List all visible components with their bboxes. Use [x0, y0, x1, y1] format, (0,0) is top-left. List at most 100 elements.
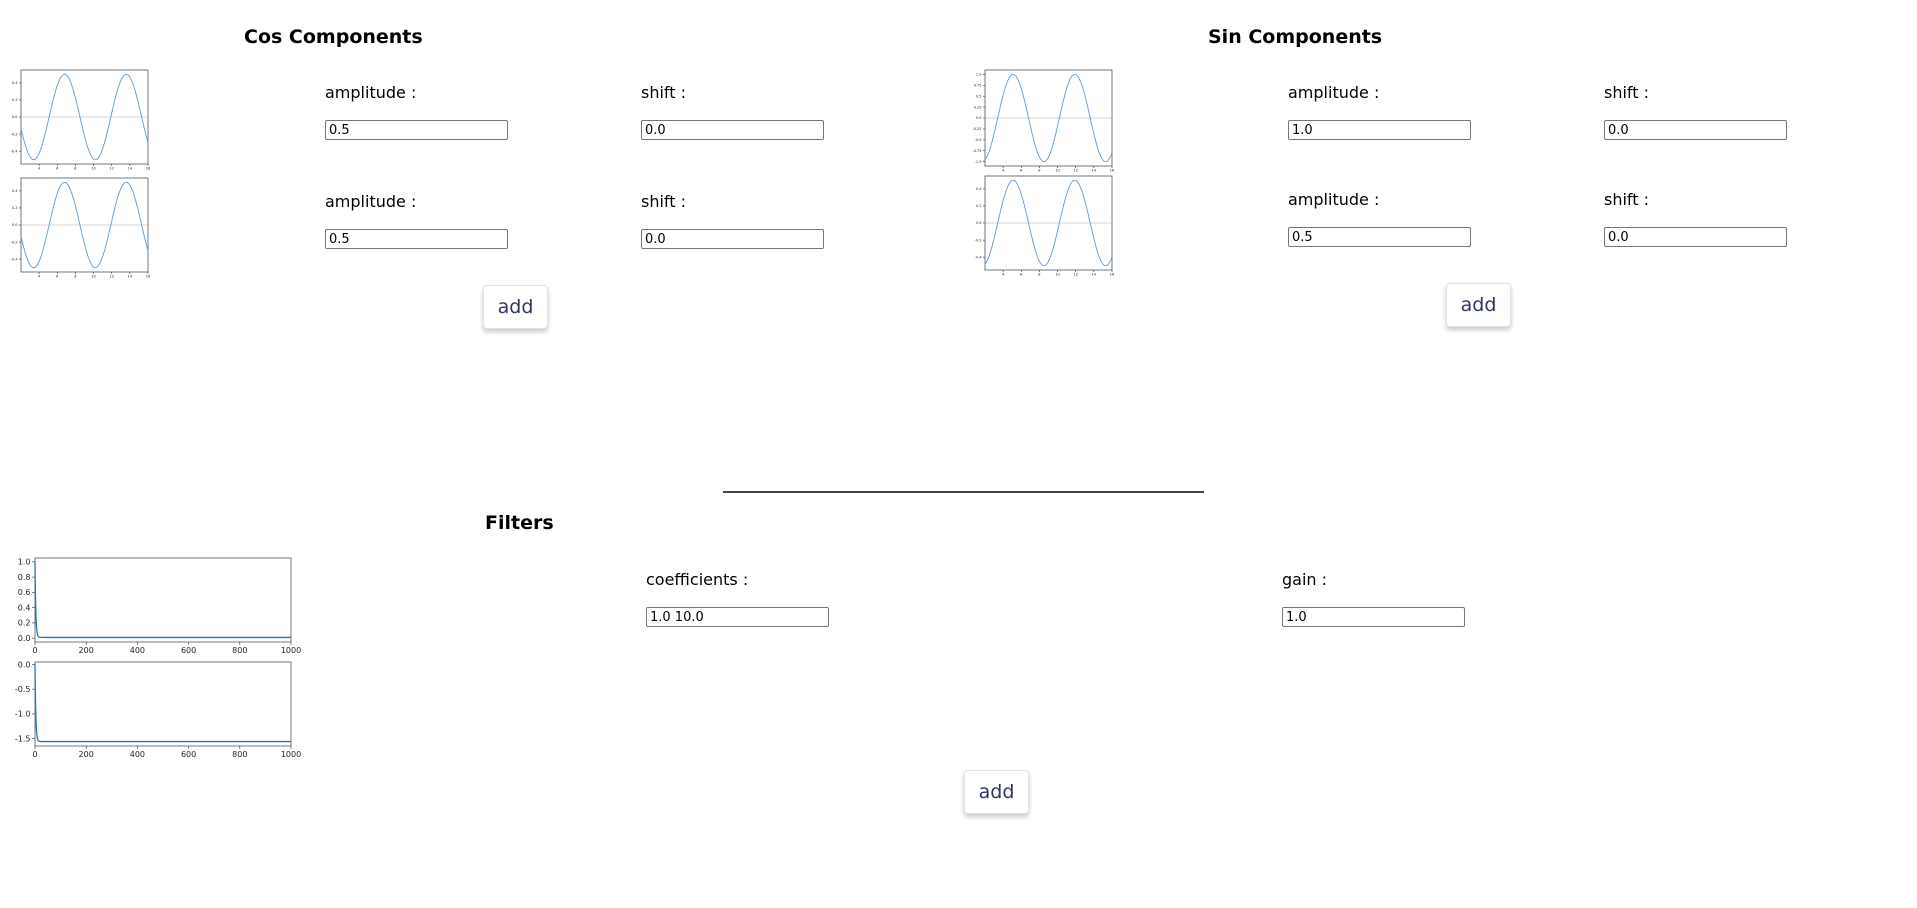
- y-tick-label: -0.2: [11, 240, 18, 244]
- x-tick-label: 4: [38, 167, 41, 171]
- x-tick-label: 400: [130, 750, 145, 759]
- y-tick-label: 0.5: [976, 94, 982, 98]
- x-tick-label: 10: [1055, 273, 1059, 277]
- x-tick-label: 6: [56, 167, 58, 171]
- x-tick-label: 14: [1092, 273, 1097, 277]
- cos-amplitude-label-2: amplitude :: [325, 192, 417, 211]
- cos-shift-input-1[interactable]: [641, 120, 824, 140]
- y-tick-label: 0.2: [12, 98, 18, 102]
- sin-add-button[interactable]: add: [1446, 283, 1511, 327]
- x-tick-label: 16: [146, 275, 150, 279]
- y-tick-label: 0.0: [12, 115, 18, 119]
- x-tick-label: 10: [91, 275, 95, 279]
- y-tick-label: 0.0: [976, 116, 982, 120]
- x-tick-label: 0: [32, 646, 37, 655]
- cos-shift-label-1: shift :: [641, 83, 687, 102]
- filters-title: Filters: [485, 512, 554, 534]
- x-tick-label: 4: [38, 275, 41, 279]
- x-tick-label: 8: [74, 275, 76, 279]
- sin-shift-label-1: shift :: [1604, 83, 1650, 102]
- y-tick-label: -0.75: [972, 149, 981, 153]
- section-divider: [723, 491, 1204, 493]
- x-tick-label: 12: [1073, 169, 1077, 173]
- gain-label: gain :: [1282, 570, 1328, 589]
- y-tick-label: 0.0: [18, 660, 31, 669]
- x-tick-label: 600: [181, 750, 196, 759]
- y-tick-label: 0.6: [18, 588, 31, 597]
- x-tick-label: 14: [128, 167, 133, 171]
- cos-amplitude-input-1[interactable]: [325, 120, 508, 140]
- y-tick-label: 0.4: [18, 603, 31, 612]
- y-tick-label: -0.5: [975, 138, 982, 142]
- cos-components-title: Cos Components: [244, 26, 423, 48]
- y-tick-label: -0.2: [975, 238, 982, 242]
- y-tick-label: -0.4: [11, 149, 19, 153]
- x-tick-label: 14: [128, 275, 133, 279]
- x-tick-label: 16: [1110, 169, 1114, 173]
- plot-frame: [34, 661, 292, 747]
- filter-add-button[interactable]: add: [964, 770, 1029, 814]
- y-tick-label: -1.0: [15, 710, 31, 719]
- x-tick-label: 8: [1038, 273, 1040, 277]
- x-tick-label: 800: [232, 646, 247, 655]
- x-tick-label: 1000: [281, 750, 301, 759]
- y-tick-label: -0.4: [11, 257, 19, 261]
- x-tick-label: 400: [130, 646, 145, 655]
- x-tick-label: 1000: [281, 646, 301, 655]
- x-tick-label: 10: [91, 167, 95, 171]
- cos-plot-1: 4 6 8 10 12 14 16 -0.4 -0.2 0.0 0.2 0.4: [11, 69, 150, 171]
- x-tick-label: 200: [79, 750, 94, 759]
- y-tick-label: -0.5: [15, 685, 31, 694]
- coefficients-input[interactable]: [646, 607, 829, 627]
- sin-plot-1: 4 6 8 10 12 14 16 -1.0 -0.75 -0.5 -0.25 0.0 0.25 0.5 0…: [972, 69, 1114, 173]
- x-tick-label: 16: [146, 167, 150, 171]
- plot-frame: [34, 557, 292, 643]
- y-tick-label: -0.25: [972, 127, 981, 131]
- coefficients-label: coefficients :: [646, 570, 749, 589]
- y-tick-label: 1.0: [18, 558, 31, 567]
- x-tick-label: 14: [1092, 169, 1097, 173]
- sin-amplitude-input-2[interactable]: [1288, 227, 1471, 247]
- y-tick-label: 0.4: [976, 187, 982, 191]
- sin-amplitude-input-1[interactable]: [1288, 120, 1471, 140]
- cos-amplitude-input-2[interactable]: [325, 229, 508, 249]
- y-tick-label: 0.2: [18, 619, 31, 628]
- y-tick-label: 1.0: [976, 73, 982, 77]
- x-tick-label: 16: [1110, 273, 1114, 277]
- sin-shift-input-1[interactable]: [1604, 120, 1787, 140]
- y-tick-label: -1.0: [975, 160, 982, 164]
- cos-amplitude-label-1: amplitude :: [325, 83, 417, 102]
- cos-add-button[interactable]: add: [483, 285, 548, 329]
- x-tick-label: 10: [1055, 169, 1059, 173]
- y-tick-label: 0.2: [976, 204, 982, 208]
- x-tick-label: 12: [109, 167, 113, 171]
- x-tick-label: 200: [79, 646, 94, 655]
- y-tick-label: 0.4: [12, 189, 18, 193]
- y-tick-label: 0.25: [974, 105, 982, 109]
- x-tick-label: 6: [56, 275, 58, 279]
- sin-shift-label-2: shift :: [1604, 190, 1650, 209]
- x-tick-label: 800: [232, 750, 247, 759]
- y-tick-label: 0.4: [12, 81, 18, 85]
- sin-amplitude-label-1: amplitude :: [1288, 83, 1380, 102]
- y-tick-label: 0.0: [12, 223, 18, 227]
- sin-plot-2: 4 6 8 10 12 14 16 -0.4 -0.2 0.0 0.2 0.4: [975, 175, 1114, 277]
- cos-shift-input-2[interactable]: [641, 229, 824, 249]
- sin-shift-input-2[interactable]: [1604, 227, 1787, 247]
- cos-plot-2: 4 6 8 10 12 14 16 -0.4 -0.2 0.0 0.2 0.4: [11, 177, 150, 279]
- y-tick-label: -0.2: [11, 132, 18, 136]
- gain-input[interactable]: [1282, 607, 1465, 627]
- x-tick-label: 4: [1002, 273, 1005, 277]
- x-tick-label: 600: [181, 646, 196, 655]
- sin-components-title: Sin Components: [1208, 26, 1383, 48]
- y-tick-label: 0.0: [18, 634, 31, 643]
- y-tick-label: 0.0: [976, 221, 982, 225]
- x-tick-label: 6: [1020, 273, 1022, 277]
- sin-amplitude-label-2: amplitude :: [1288, 190, 1380, 209]
- x-tick-label: 12: [1073, 273, 1077, 277]
- x-tick-label: 4: [1002, 169, 1005, 173]
- x-tick-label: 8: [1038, 169, 1040, 173]
- x-tick-label: 12: [109, 275, 113, 279]
- y-tick-label: -1.5: [15, 734, 31, 743]
- y-tick-label: 0.75: [974, 83, 982, 87]
